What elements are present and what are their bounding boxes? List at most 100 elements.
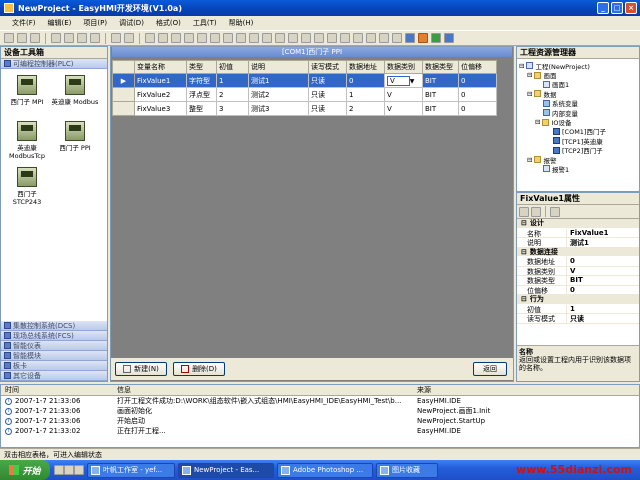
cell-bitoffset[interactable]: 0: [458, 87, 497, 102]
category-select[interactable]: V ▼: [384, 73, 423, 88]
tree-node-alarm1[interactable]: 报警1: [519, 164, 639, 174]
col-type[interactable]: 类型: [186, 60, 217, 74]
cell-name[interactable]: FixValue2: [134, 87, 187, 102]
prop-row[interactable]: 读写模式 只读: [517, 314, 639, 324]
tree-node-data[interactable]: ⊟ 数据: [519, 89, 639, 99]
cell-datatype[interactable]: BIT: [422, 101, 459, 116]
device-siemens-ppi[interactable]: 西门子 PPI: [51, 121, 99, 152]
align-middle-icon[interactable]: [197, 33, 207, 43]
collapse-icon[interactable]: ⊟: [527, 156, 532, 164]
cell-desc[interactable]: 测试2: [248, 87, 309, 102]
device-siemens-mpi[interactable]: 西门子 MPI: [3, 75, 51, 106]
cell-category[interactable]: V: [384, 101, 423, 116]
cell-init[interactable]: 2: [216, 87, 249, 102]
snap-icon[interactable]: [366, 33, 376, 43]
align-right-icon[interactable]: [171, 33, 181, 43]
tree-node-screens[interactable]: ⊟ 画面: [519, 70, 639, 80]
cell-type[interactable]: 整型: [186, 101, 217, 116]
tree-node-screen1[interactable]: 画面1: [519, 80, 639, 89]
tree-node-tcp1[interactable]: [TCP1]英迪康: [519, 136, 639, 146]
cell-init[interactable]: 3: [216, 101, 249, 116]
category-instrument[interactable]: 智能仪表: [1, 341, 107, 351]
menu-project[interactable]: 项目(P): [77, 18, 113, 28]
ungroup-icon[interactable]: [327, 33, 337, 43]
align-top-icon[interactable]: [184, 33, 194, 43]
log-col-source[interactable]: 来源: [417, 385, 639, 395]
table-row[interactable]: FixValue2 浮点型 2 测试2 只读 1 V BIT 0: [112, 87, 497, 102]
collapse-icon[interactable]: ⊟: [527, 90, 532, 98]
same-width-icon[interactable]: [223, 33, 233, 43]
same-size-icon[interactable]: [249, 33, 259, 43]
align-center-icon[interactable]: [158, 33, 168, 43]
tree-node-system-vars[interactable]: 系统变量: [519, 99, 639, 108]
save-icon[interactable]: [30, 33, 40, 43]
bring-front-icon[interactable]: [288, 33, 298, 43]
collapse-icon[interactable]: ⊟: [527, 71, 532, 79]
quicklaunch-desktop-icon[interactable]: [64, 465, 74, 475]
col-bitoffset[interactable]: 位偏移: [458, 60, 497, 74]
log-col-info[interactable]: 信息: [117, 385, 417, 395]
category-dcs[interactable]: 集散控制系统(DCS): [1, 321, 107, 331]
zoom-in-icon[interactable]: [379, 33, 389, 43]
cell-desc[interactable]: 测试3: [248, 101, 309, 116]
cell-address[interactable]: 0: [346, 73, 385, 88]
cell-bitoffset[interactable]: 0: [458, 101, 497, 116]
collapse-icon[interactable]: ⊟: [521, 295, 527, 303]
prop-row[interactable]: 数据地址 0: [517, 257, 639, 267]
category-other[interactable]: 其它设备: [1, 371, 107, 381]
collapse-icon[interactable]: ⊟: [521, 219, 527, 227]
quicklaunch-media-icon[interactable]: [74, 465, 84, 475]
cell-name[interactable]: FixValue1: [134, 73, 187, 88]
prop-category[interactable]: ⊟ 数据连接: [517, 247, 639, 257]
cell-address[interactable]: 2: [346, 101, 385, 116]
cell-rw[interactable]: 只读: [308, 87, 347, 102]
paste-icon[interactable]: [77, 33, 87, 43]
category-plc[interactable]: 可编程控制器(PLC): [1, 59, 107, 69]
menu-edit[interactable]: 编辑(E): [42, 18, 78, 28]
quicklaunch-ie-icon[interactable]: [54, 465, 64, 475]
close-button[interactable]: ×: [625, 2, 637, 14]
table-row[interactable]: ▶ FixValue1 字符型 1 测试1 只读 0 V ▼ BIT 0: [112, 73, 497, 88]
prop-category[interactable]: ⊟ 行为: [517, 295, 639, 305]
cell-type[interactable]: 浮点型: [186, 87, 217, 102]
col-rw[interactable]: 读写模式: [308, 60, 347, 74]
cut-icon[interactable]: [51, 33, 61, 43]
collapse-icon[interactable]: ⊟: [521, 248, 527, 256]
tree-node-alarms[interactable]: ⊟ 报警: [519, 155, 639, 165]
col-category[interactable]: 数据类别: [384, 60, 423, 74]
start-button[interactable]: 开始: [0, 460, 50, 480]
col-init[interactable]: 初值: [216, 60, 249, 74]
grid-icon[interactable]: [353, 33, 363, 43]
collapse-icon[interactable]: ⊟: [519, 62, 524, 70]
cell-type[interactable]: 字符型: [186, 73, 217, 88]
task-photoshop[interactable]: Adobe Photoshop ...: [277, 462, 373, 478]
group-icon[interactable]: [314, 33, 324, 43]
device-modbus[interactable]: 英迪康 Modbus: [51, 75, 99, 106]
log-row[interactable]: i 2007-1-7 21:33:06 画面初始化 NewProject.画面1.In…: [1, 406, 639, 416]
col-desc[interactable]: 说明: [248, 60, 309, 74]
category-fcs[interactable]: 现场总线系统(FCS): [1, 331, 107, 341]
tree-node-tcp2[interactable]: [TCP2]西门子: [519, 146, 639, 155]
tree-node-io-devices[interactable]: ⊟ IO设备: [519, 117, 639, 127]
prop-row[interactable]: 初值 1: [517, 304, 639, 314]
zoom-out-icon[interactable]: [392, 33, 402, 43]
stop-icon[interactable]: [444, 33, 454, 43]
tree-node-internal-vars[interactable]: 内部变量: [519, 108, 639, 118]
category-card[interactable]: 板卡: [1, 361, 107, 371]
table-row[interactable]: FixValue3 整型 3 测试3 只读 2 V BIT 0: [112, 101, 497, 116]
log-row[interactable]: i 2007-1-7 21:33:06 开始启动 NewProject.StartUp: [1, 416, 639, 426]
menu-format[interactable]: 格式(O): [150, 18, 187, 28]
run-icon[interactable]: [431, 33, 441, 43]
vspace-icon[interactable]: [275, 33, 285, 43]
align-left-icon[interactable]: [145, 33, 155, 43]
cell-init[interactable]: 1: [216, 73, 249, 88]
device-siemens-tcp243[interactable]: 西门子 STCP243: [3, 167, 51, 206]
maximize-button[interactable]: □: [611, 2, 623, 14]
layout-icon[interactable]: [405, 33, 415, 43]
cell-address[interactable]: 1: [346, 87, 385, 102]
cell-rw[interactable]: 只读: [308, 101, 347, 116]
delete-icon[interactable]: [90, 33, 100, 43]
log-row[interactable]: i 2007-1-7 21:33:06 打开工程文件成功:D:\WORK\组态软件\…: [1, 396, 639, 406]
col-address[interactable]: 数据地址: [346, 60, 385, 74]
col-name[interactable]: 变量名称: [134, 60, 187, 74]
